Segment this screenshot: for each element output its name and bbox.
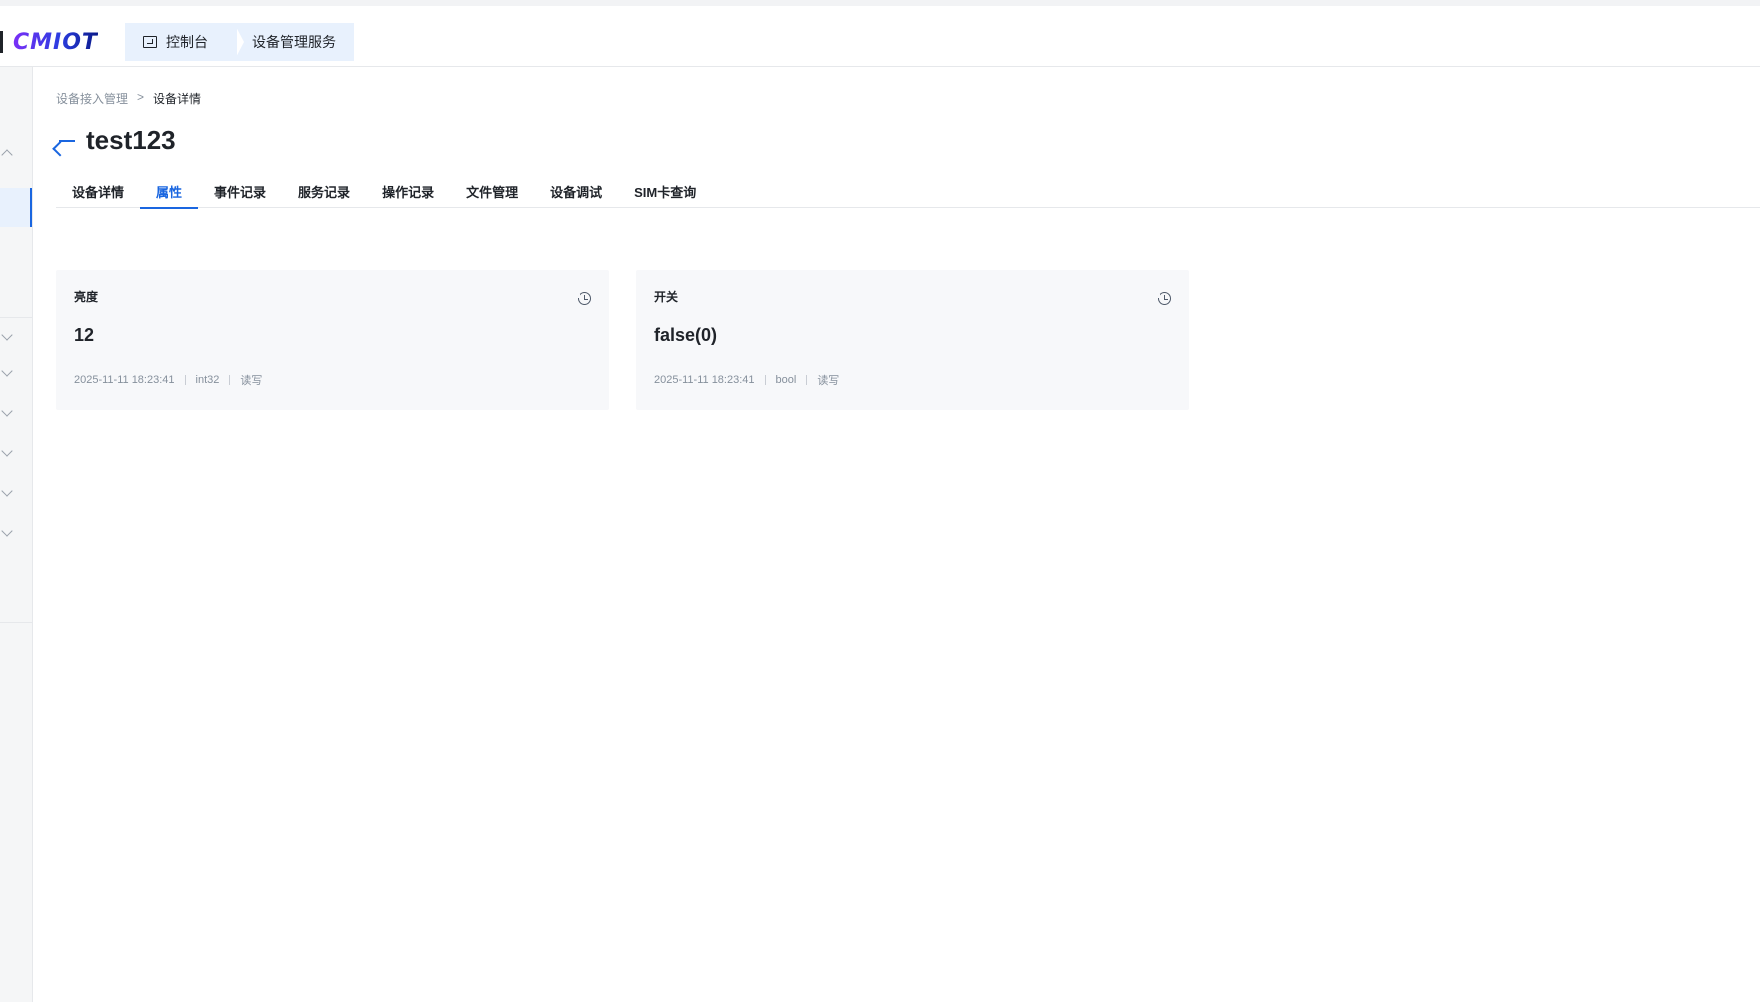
crumb-console[interactable]: 控制台 <box>125 23 237 61</box>
tab-file-management[interactable]: 文件管理 <box>450 174 534 208</box>
logo-bar <box>0 31 3 53</box>
tab-bar: 设备详情 属性 事件记录 服务记录 操作记录 文件管理 设备调试 SIM卡查询 <box>56 174 1760 209</box>
sidebar-divider <box>0 622 32 623</box>
breadcrumb-separator: > <box>137 90 145 104</box>
property-name: 开关 <box>654 290 679 304</box>
property-meta: 2025-11-11 18:23:41 bool 读写 <box>654 372 839 388</box>
property-time: 2025-11-11 18:23:41 <box>654 374 755 386</box>
sidebar-divider <box>0 317 32 318</box>
back-arrow-icon[interactable] <box>56 130 78 152</box>
tab-event-records[interactable]: 事件记录 <box>198 174 282 208</box>
chevron-down-icon[interactable] <box>1 445 13 457</box>
property-name: 亮度 <box>74 290 99 304</box>
meta-divider <box>229 375 231 385</box>
meta-divider <box>806 375 808 385</box>
logo-text: CMIOT <box>13 29 98 55</box>
sidebar <box>0 67 33 1002</box>
history-icon[interactable] <box>1156 292 1171 305</box>
sidebar-item-active[interactable] <box>0 188 32 227</box>
tab-service-records[interactable]: 服务记录 <box>282 174 366 208</box>
tab-device-debug[interactable]: 设备调试 <box>534 174 618 208</box>
property-card: 开关 false(0) 2025-11-11 18:23:41 bool 读写 <box>636 270 1189 410</box>
console-icon <box>143 36 157 48</box>
tab-device-details[interactable]: 设备详情 <box>56 174 140 208</box>
property-value: 12 <box>74 325 95 345</box>
breadcrumb-current: 设备详情 <box>153 92 202 106</box>
tab-sim-query[interactable]: SIM卡查询 <box>618 174 712 208</box>
property-time: 2025-11-11 18:23:41 <box>74 374 175 386</box>
tab-properties[interactable]: 属性 <box>140 174 199 209</box>
property-access: 读写 <box>240 375 263 387</box>
property-meta: 2025-11-11 18:23:41 int32 读写 <box>74 372 262 388</box>
property-type: bool <box>775 374 797 386</box>
chevron-down-icon[interactable] <box>1 525 13 537</box>
property-card: 亮度 12 2025-11-11 18:23:41 int32 读写 <box>56 270 609 410</box>
logo[interactable]: CMIOT <box>0 26 98 58</box>
main-content: 设备接入管理 > 设备详情 test123 设备详情 属性 事件记录 服务记录 … <box>33 67 1760 1002</box>
breadcrumb-parent[interactable]: 设备接入管理 <box>56 90 128 107</box>
crumb-device-service[interactable]: 设备管理服务 <box>234 23 354 61</box>
chevron-down-icon[interactable] <box>1 365 13 377</box>
title-row: test123 <box>56 125 176 156</box>
property-value: false(0) <box>654 325 718 345</box>
meta-divider <box>764 375 766 385</box>
property-type: int32 <box>195 374 220 386</box>
app-header: CMIOT 控制台 设备管理服务 <box>0 6 1760 67</box>
chevron-down-icon[interactable] <box>1 485 13 497</box>
tab-operation-records[interactable]: 操作记录 <box>366 174 450 208</box>
crumb-service-label: 设备管理服务 <box>252 34 336 50</box>
property-access: 读写 <box>817 375 840 387</box>
crumb-console-label: 控制台 <box>166 34 208 50</box>
history-icon[interactable] <box>576 292 591 305</box>
meta-divider <box>184 375 186 385</box>
chevron-down-icon[interactable] <box>1 405 13 417</box>
chevron-up-icon[interactable] <box>1 149 13 161</box>
property-cards: 亮度 12 2025-11-11 18:23:41 int32 读写 开关 fa… <box>56 270 1189 410</box>
page-title: test123 <box>86 125 176 155</box>
breadcrumb: 设备接入管理 > 设备详情 <box>56 90 201 107</box>
chevron-down-icon[interactable] <box>1 329 13 341</box>
